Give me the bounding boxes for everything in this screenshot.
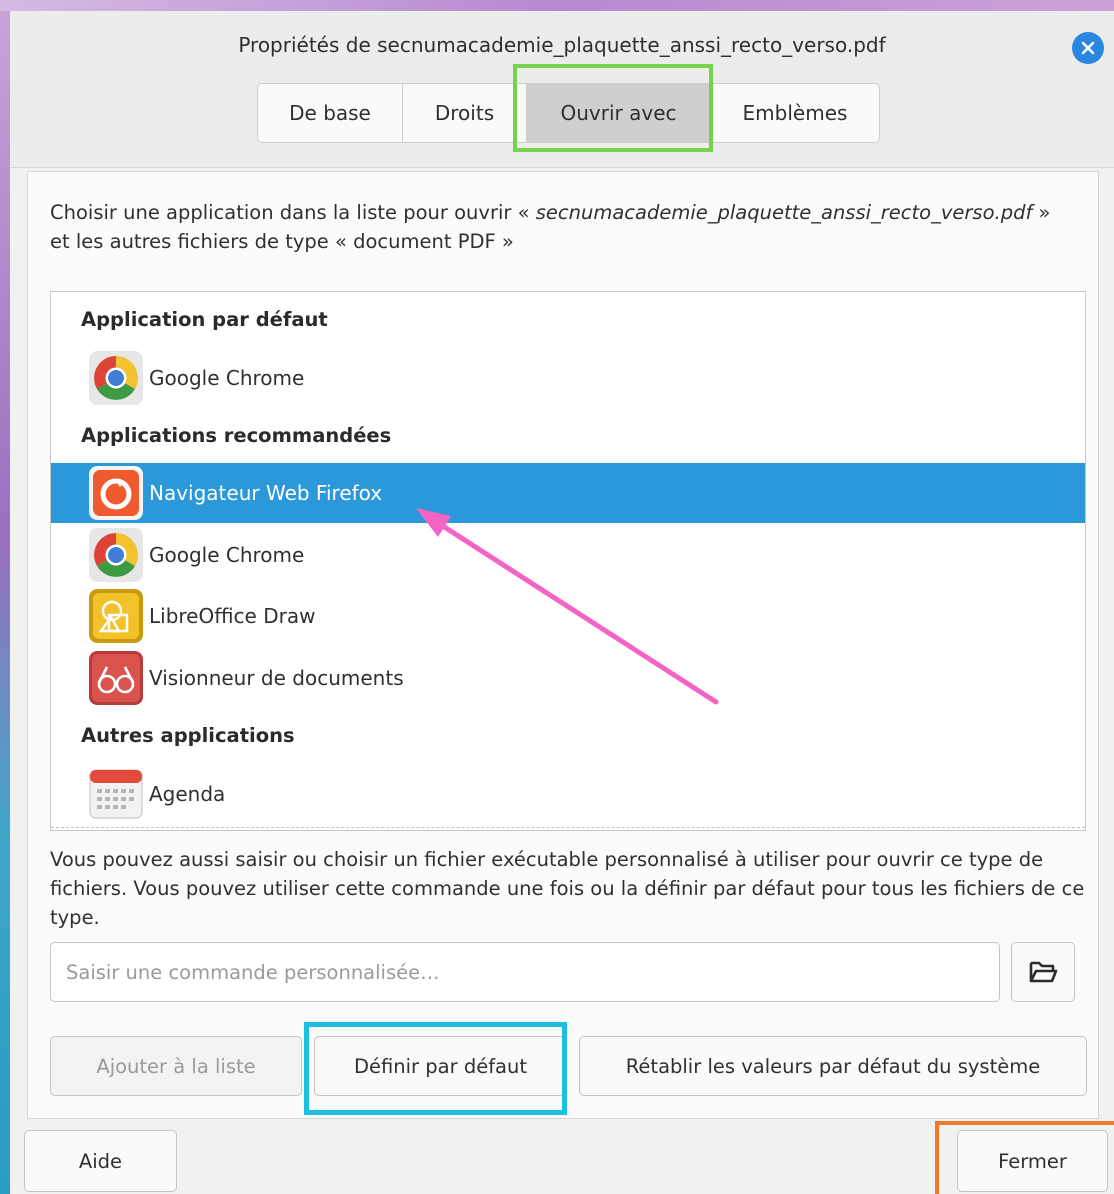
annotation-arrow: [416, 508, 719, 705]
